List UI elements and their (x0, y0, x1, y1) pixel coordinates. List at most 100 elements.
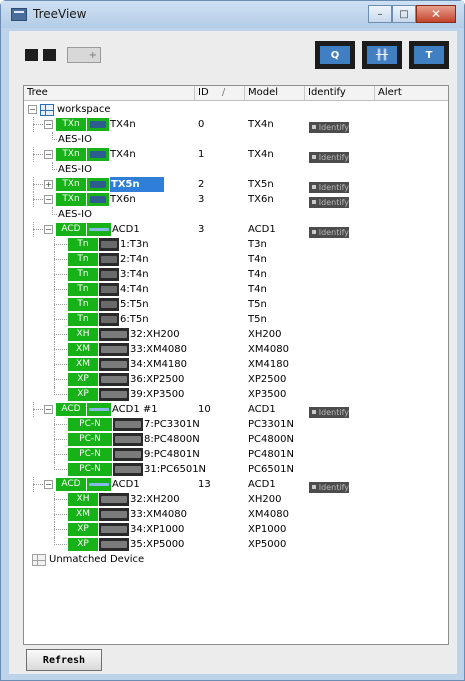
column-model[interactable]: Model (245, 86, 305, 101)
device-type-badge: Tn (68, 253, 98, 266)
tree-device-row[interactable]: − TXn TX4n 0 TX4n Identify (24, 117, 448, 133)
tree-node: XM 34:XM4180 (68, 357, 187, 372)
device-label: ACD1 (112, 224, 140, 235)
tree-amp-row[interactable]: XM 33:XM4080 XM4080 (24, 507, 448, 522)
identify-label: Identify (318, 227, 349, 237)
tree-amp-row[interactable]: XP 36:XP2500 XP2500 (24, 372, 448, 387)
device-model: XH200 (248, 329, 282, 340)
device-type-badge: PC-N (68, 418, 112, 431)
tree-root-row[interactable]: − workspace (24, 102, 448, 117)
tree-device-row[interactable]: − TXn TX6n 3 TX6n Identify (24, 192, 448, 208)
device-thumbnail-icon (99, 508, 129, 521)
tree-amp-row[interactable]: Tn 5:T5n T5n (24, 297, 448, 312)
tree-amp-row[interactable]: PC-N 31:PC6501N PC6501N (24, 462, 448, 477)
collapse-icon[interactable]: − (44, 405, 53, 414)
tree-connector (33, 229, 43, 230)
device-id: 13 (198, 479, 211, 490)
tree-amp-row[interactable]: PC-N 9:PC4801N PC4801N (24, 447, 448, 462)
tree-connector (54, 492, 55, 507)
meter-button[interactable]: ╫╫ (362, 41, 402, 69)
identify-button[interactable]: Identify (309, 481, 349, 493)
tree-device-row[interactable]: − ACD ACD1 #1 10 ACD1 Identify (24, 402, 448, 418)
device-thumbnail-icon (113, 463, 143, 476)
title-bar[interactable]: TreeView – □ ✕ (1, 1, 464, 28)
tree-amp-row[interactable]: XP 35:XP5000 XP5000 (24, 537, 448, 552)
tree-amp-row[interactable]: Tn 6:T5n T5n (24, 312, 448, 327)
collapse-all-icon[interactable] (43, 49, 56, 61)
tree-root-row[interactable]: Unmatched Device (24, 552, 448, 567)
collapse-icon[interactable]: − (44, 225, 53, 234)
tree-node: − ACD ACD1 (44, 477, 140, 492)
tree-amp-row[interactable]: XH 32:XH200 XH200 (24, 327, 448, 342)
device-model: T4n (248, 269, 267, 280)
tree-connector (54, 507, 55, 522)
tree-amp-row[interactable]: PC-N 7:PC3301N PC3301N (24, 417, 448, 432)
device-label: 33:XM4080 (130, 509, 188, 520)
identify-button[interactable]: Identify (309, 226, 349, 238)
device-model: XP2500 (248, 374, 287, 385)
refresh-button[interactable]: Refresh (26, 649, 102, 671)
collapse-icon[interactable]: − (44, 195, 53, 204)
device-thumbnail-icon (87, 148, 109, 161)
column-identify[interactable]: Identify (305, 86, 375, 101)
tree-amp-row[interactable]: XM 34:XM4180 XM4180 (24, 357, 448, 372)
tree-amp-row[interactable]: XM 33:XM4080 XM4080 (24, 342, 448, 357)
tree-port-row[interactable]: AES-IO (24, 207, 448, 222)
collapse-icon[interactable]: − (28, 105, 37, 114)
identify-button[interactable]: Identify (309, 181, 349, 193)
device-type-badge: TXn (56, 193, 86, 206)
tree-connector (33, 177, 34, 192)
collapse-icon[interactable]: − (44, 480, 53, 489)
tree-amp-row[interactable]: XP 39:XP3500 XP3500 (24, 387, 448, 402)
identify-button[interactable]: Identify (309, 121, 349, 133)
column-tree[interactable]: Tree (24, 86, 195, 101)
identify-label: Identify (318, 122, 349, 132)
tree-amp-row[interactable]: XH 32:XH200 XH200 (24, 492, 448, 507)
device-thumbnail-icon (99, 538, 129, 551)
column-alert[interactable]: Alert (375, 86, 448, 101)
identify-label: Identify (318, 407, 349, 417)
device-model: XM4080 (248, 509, 289, 520)
tree-amp-row[interactable]: Tn 2:T4n T4n (24, 252, 448, 267)
tree-amp-row[interactable]: PC-N 8:PC4800N PC4800N (24, 432, 448, 447)
collapse-icon[interactable]: − (44, 150, 53, 159)
identify-led-icon (312, 410, 316, 414)
tree-view[interactable]: Tree ID / Model Identify Alert − workspac… (23, 85, 449, 645)
tree-node: Tn 1:T3n (68, 237, 149, 252)
tree-node: + TXn TX5n (44, 177, 164, 192)
tree-amp-row[interactable]: Tn 4:T4n T4n (24, 282, 448, 297)
tree-amp-row[interactable]: XP 34:XP1000 XP1000 (24, 522, 448, 537)
collapse-icon[interactable]: − (44, 120, 53, 129)
tools-button[interactable]: T (409, 41, 449, 69)
tree-connector (54, 462, 55, 470)
tree-device-row[interactable]: − ACD ACD1 3 ACD1 Identify (24, 222, 448, 238)
tree-device-row[interactable]: + TXn TX5n 2 TX5n Identify (24, 177, 448, 193)
add-device-button[interactable]: + (67, 47, 101, 63)
device-type-badge: Tn (68, 298, 98, 311)
minimize-button[interactable]: – (368, 5, 392, 23)
tree-port-row[interactable]: AES-IO (24, 132, 448, 147)
identify-button[interactable]: Identify (309, 406, 349, 418)
device-model: ACD1 (248, 479, 276, 490)
identify-button[interactable]: Identify (309, 196, 349, 208)
tree-node: − ACD ACD1 (44, 222, 140, 237)
search-device-button[interactable]: Q (315, 41, 355, 69)
tree-device-row[interactable]: − TXn TX4n 1 TX4n Identify (24, 147, 448, 163)
tree-connector (33, 199, 43, 200)
device-label: 7:PC3301N (144, 419, 200, 430)
column-id[interactable]: ID / (195, 86, 245, 101)
expand-all-icon[interactable] (25, 49, 38, 61)
toolbar-left: + (25, 47, 101, 63)
device-label: 9:PC4801N (144, 449, 200, 460)
device-type-badge: XM (68, 508, 98, 521)
tree-device-row[interactable]: − ACD ACD1 13 ACD1 Identify (24, 477, 448, 493)
close-button[interactable]: ✕ (416, 5, 456, 23)
maximize-button[interactable]: □ (392, 5, 416, 23)
tree-port-row[interactable]: AES-IO (24, 162, 448, 177)
device-model: PC3301N (248, 419, 294, 430)
tree-amp-row[interactable]: Tn 3:T4n T4n (24, 267, 448, 282)
device-type-badge: XM (68, 358, 98, 371)
identify-button[interactable]: Identify (309, 151, 349, 163)
expand-icon[interactable]: + (44, 180, 53, 189)
tree-amp-row[interactable]: Tn 1:T3n T3n (24, 237, 448, 252)
